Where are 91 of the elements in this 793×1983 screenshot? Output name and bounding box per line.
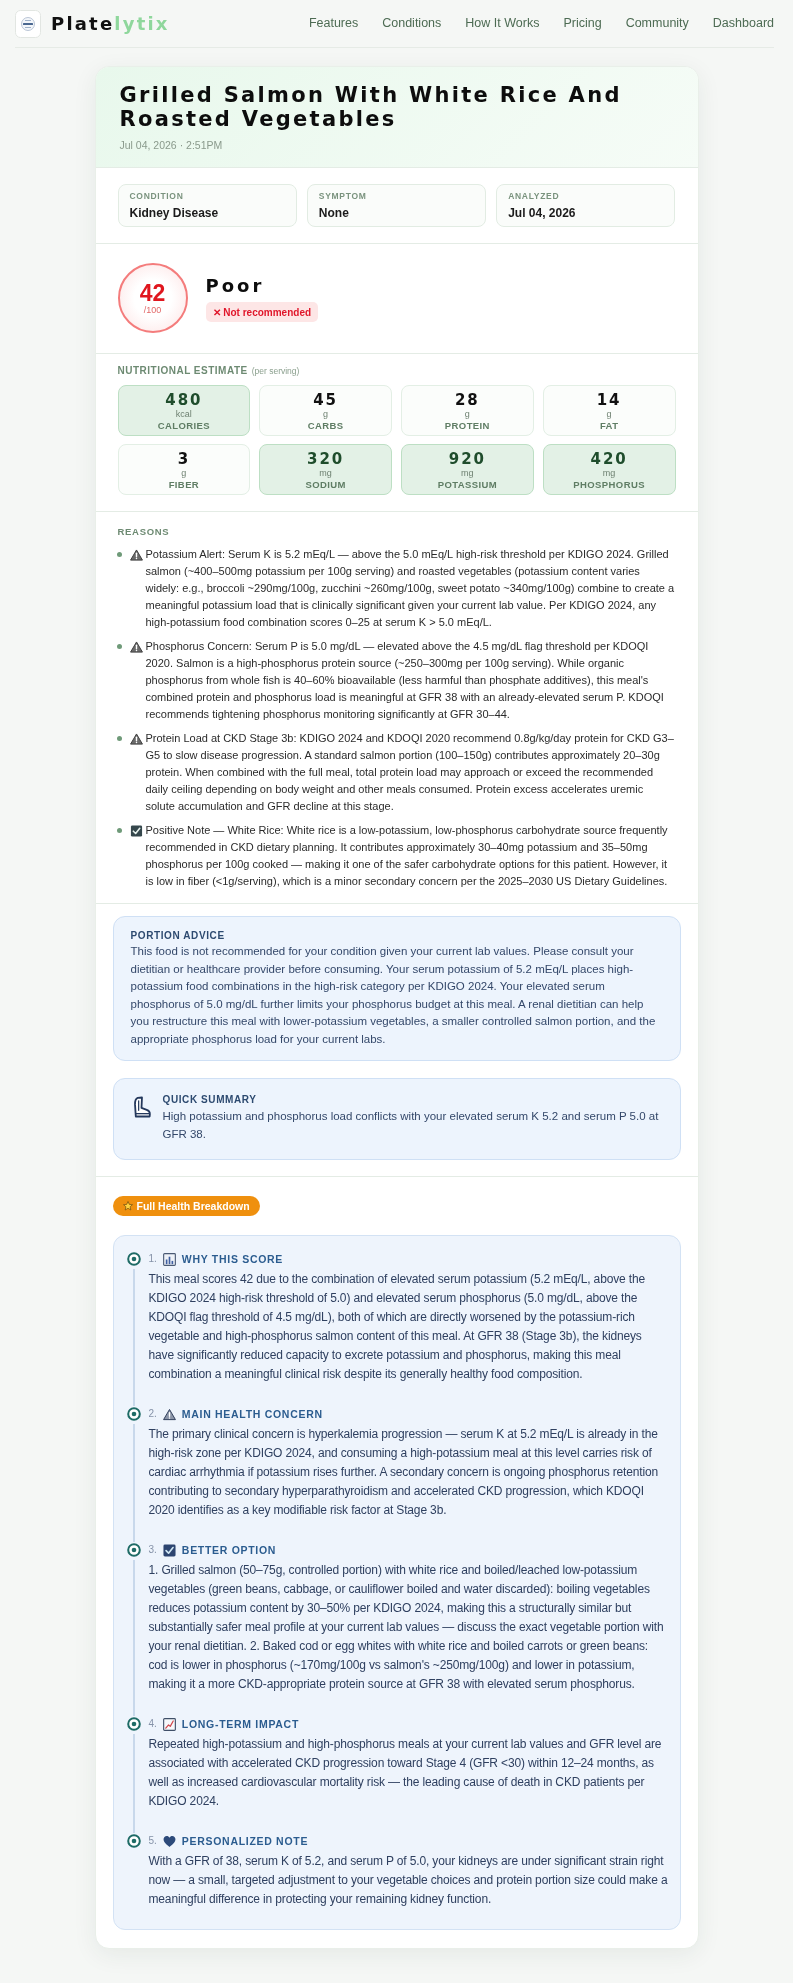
nav-link[interactable]: How It Works — [465, 14, 540, 33]
nutrient-unit: g — [181, 468, 187, 478]
detail-value: Kidney Disease — [129, 205, 220, 221]
nutrient-unit: mg — [319, 468, 332, 478]
check-icon — [162, 1543, 176, 1557]
reason-text: Protein Load at CKD Stage 3b: KDIGO 2024 and KDOQI 2020 recommend 0.8g/kg/day protein for CKD G3–G5 to slow disease progression. A standard salmon portion (100–150g) contributes approximately 20–30g protein. When combined with the full meal, total protein load may approach or exceed the recommended daily ceiling depending on body weight and other meals consumed. Protein excess accelerates uremic solute accumulation and GFR decline at this stage. — [145, 731, 675, 814]
step-heading: MAIN HEALTH CONCERN — [181, 1407, 323, 1421]
nutrient-amount: 3 — [177, 451, 191, 468]
nutrient-name: PHOSPHORUS — [573, 479, 645, 491]
score-value: 42 — [139, 280, 166, 305]
warning-icon — [129, 641, 143, 653]
nutrient-amount: 28 — [454, 392, 480, 409]
detail-value: Jul 04, 2026 — [508, 205, 577, 221]
nutrient-amount: 920 — [448, 451, 487, 468]
verdict-badge: ✕ Not recommended — [205, 302, 319, 322]
step-text: With a GFR of 38, serum K of 5.2, and serum P of 5.0, your kidneys are under significant strain right now — a small, targeted adjustment to your vegetable choices and protein portion size could make a meaningful difference in protecting your remaining kidney function. — [148, 1853, 668, 1908]
heart-icon — [162, 1834, 176, 1848]
nutrient-name: PROTEIN — [444, 420, 490, 432]
detail-label: SYMPTOM — [318, 191, 368, 202]
reason-text: Potassium Alert: Serum K is 5.2 mEq/L — above the 5.0 mEq/L high-risk threshold per KDIGO 2024. Grilled salmon (~400–500mg potassium per 100g serving) and roasted vegetables (potassium content varies widely: e.g., broccoli ~290mg/100g, zucchini ~260mg/100g, sweet potato ~340mg/100g) combine to create a meaningful potassium load that is clinically significant given your current lab value. Per KDIGO 2024, any high-potassium food combination scores 0–25 at serum K > 5.0 mEq/L. — [145, 547, 676, 630]
summary-text: High potassium and phosphorus load conflicts with your elevated serum K 5.2 and serum P 5.0 at GFR 38. — [162, 1109, 660, 1142]
step-heading: WHY THIS SCORE — [181, 1252, 284, 1266]
nutrient-unit: kcal — [175, 409, 192, 419]
step-number: 5. — [148, 1834, 157, 1848]
timeline-dot-icon — [126, 1717, 141, 1731]
nav-link[interactable]: Pricing — [563, 14, 602, 33]
timeline-dot-icon — [126, 1543, 141, 1557]
nutrient-unit: g — [606, 409, 612, 419]
section-heading: NUTRITIONAL ESTIMATE — [117, 364, 248, 378]
advice-text: This food is not recommended for your condition given your current lab values. Please consult your dietitian or healthcare provider before consuming. Your serum potassium of 5.2 mEq/L places high-potassium food combinations in the high-risk category per KDIGO 2024. Your elevated serum phosphorus of 5.0 mg/dL further limits your phosphorus budget at this meal. A renal dietitian can help you restructure this meal with lower-potassium vegetables, a smaller controlled salmon portion, and the appropriate phosphorus load for your current labs. — [130, 944, 657, 1047]
brand-name[interactable]: Platelytix — [51, 12, 170, 35]
step-heading: BETTER OPTION — [181, 1543, 277, 1557]
nutrient-name: CARBS — [307, 420, 344, 432]
nutrient-amount: 45 — [313, 392, 339, 409]
section-heading: REASONS — [116, 525, 171, 538]
nutrient-name: FAT — [599, 420, 619, 432]
serving-note: (per serving) — [251, 365, 300, 378]
warning-icon — [129, 549, 143, 561]
detail-label: ANALYZED — [508, 191, 561, 202]
warning-icon — [162, 1407, 176, 1421]
nutrient-unit: g — [323, 409, 329, 419]
bar-chart-icon — [162, 1252, 176, 1266]
boot-icon — [131, 1096, 151, 1118]
advice-heading: PORTION ADVICE — [130, 929, 226, 942]
step-number: 3. — [148, 1543, 157, 1557]
timeline-dot-icon — [126, 1407, 141, 1421]
nutrient-name: SODIUM — [305, 479, 346, 491]
badge-label: Full Health Breakdown — [136, 1199, 250, 1213]
trend-chart-icon — [162, 1717, 176, 1731]
nutrient-name: POTASSIUM — [437, 479, 498, 491]
step-number: 4. — [148, 1717, 157, 1731]
timeline-dot-icon — [126, 1834, 141, 1848]
score-max: /100 — [143, 304, 162, 316]
nutrient-amount: 14 — [596, 392, 622, 409]
step-text: Repeated high-potassium and high-phosphorus meals at your current lab values and GFR level are associated with accelerated CKD progression toward Stage 4 (GFR <30) within 12–24 months, as well as increased cardiovascular mortality risk — the leading cause of death in CKD patients per KDIGO 2024. — [148, 1736, 663, 1810]
nutrient-amount: 420 — [590, 451, 628, 468]
bullet-icon — [116, 736, 122, 741]
step-number: 2. — [148, 1407, 157, 1421]
nutrient-unit: g — [464, 409, 470, 419]
check-icon — [129, 825, 143, 837]
nav-link[interactable]: Conditions — [382, 14, 442, 33]
step-heading: LONG-TERM IMPACT — [181, 1717, 299, 1731]
reason-text: Positive Note — White Rice: White rice is a low-potassium, low-phosphorus carbohydrate source frequently recommended in CKD dietary planning. It contributes approximately 30–40mg potassium and 35–50mg phosphorus per 100g cooked — making it one of the safer carbohydrate options for this patient. However, it is low in fiber (<1g/serving), which is a minor secondary concern per the 2025–2030 US Dietary Guidelines. — [145, 823, 669, 889]
nav-link[interactable]: Community — [625, 14, 689, 33]
step-text: This meal scores 42 due to the combination of elevated serum potassium (5.2 mEq/L, above the KDIGO 2024 high-risk threshold of 5.0) and elevated serum phosphorus (5.0 mg/dL, above the KDOQI flag threshold of 4.5 mg/dL), both of which are directly worsened by the potassium-rich vegetable and high-phosphorus salmon content of this meal. At GFR 38 (Stage 3b), the kidneys have significantly reduced capacity to excrete potassium and phosphorus, making this meal combination a meaningful clinical risk despite its generally healthy food composition. — [148, 1271, 646, 1383]
nutrient-name: FIBER — [168, 479, 200, 491]
nutrient-amount: 320 — [306, 451, 345, 468]
meal-title: Grilled Salmon With White Rice And Roasted Vegetables — [119, 83, 623, 131]
step-text: The primary clinical concern is hyperkalemia progression — serum K at 5.2 mEq/L is already in the high-risk zone per KDIGO 2024, and consuming a high-potassium meal at this level carries risk of cardiac arrhythmia if potassium rises further. A secondary concern is ongoing phosphorus retention contributing to secondary hyperparathyroidism and accelerated CKD progression, which KDOQI 2020 identifies as a key modifiable risk factor at Stage 3b. — [148, 1426, 660, 1519]
nav-link[interactable]: Dashboard — [712, 14, 774, 33]
score-rating: Poor — [205, 275, 265, 297]
detail-label: CONDITION — [129, 191, 185, 202]
timestamp: Jul 04, 2026 · 2:51PM — [119, 138, 224, 152]
step-number: 1. — [148, 1252, 157, 1266]
star-icon — [122, 1201, 133, 1211]
bullet-icon — [116, 552, 122, 557]
logo-icon[interactable] — [15, 9, 41, 38]
nutrient-unit: mg — [602, 468, 616, 478]
step-text: 1. Grilled salmon (50–75g, controlled portion) with white rice and boiled/leached low-potassium vegetables (green beans, cabbage, or cauliflower boiled and water discarded): boiling vegetables reduces potassium content by 30–50% per KDIGO 2024, making this a structurally similar but substantially safer meal profile at your current lab values — discuss the exact vegetable portion with your renal dietitian. 2. Baked cod or egg whites with white rice and boiled carrots or green beans: cod is lower in phosphorus (~170mg/100g vs salmon's ~250mg/100g) and lower in potassium, making it a more CKD-appropriate protein source at GFR 38 with elevated serum phosphorus. — [148, 1562, 665, 1693]
detail-value: None — [318, 205, 350, 221]
step-heading: PERSONALIZED NOTE — [181, 1834, 309, 1848]
reason-text: Phosphorus Concern: Serum P is 5.0 mg/dL — elevated above the 4.5 mg/dL flag threshold per KDOQI 2020. Salmon is a high-phosphorus protein source (~250–300mg per 100g serving). While organic phosphorus from whole fish is 40–60% bioavailable (less harmful than phosphate additives), this meal's combined protein and phosphorus load is meaningful at GFR 38 with an already-elevated serum P. KDOQI recommends tightening phosphorus monitoring significantly at GFR 30–44. — [145, 639, 665, 722]
timeline-dot-icon — [126, 1252, 141, 1266]
nutrient-amount: 480 — [165, 392, 203, 409]
summary-heading: QUICK SUMMARY — [162, 1093, 258, 1106]
warning-icon — [129, 733, 143, 745]
nutrient-name: CALORIES — [157, 420, 210, 432]
nutrient-unit: mg — [461, 468, 474, 478]
nav-link[interactable]: Features — [308, 14, 359, 33]
bullet-icon — [116, 828, 122, 833]
bullet-icon — [116, 644, 122, 649]
